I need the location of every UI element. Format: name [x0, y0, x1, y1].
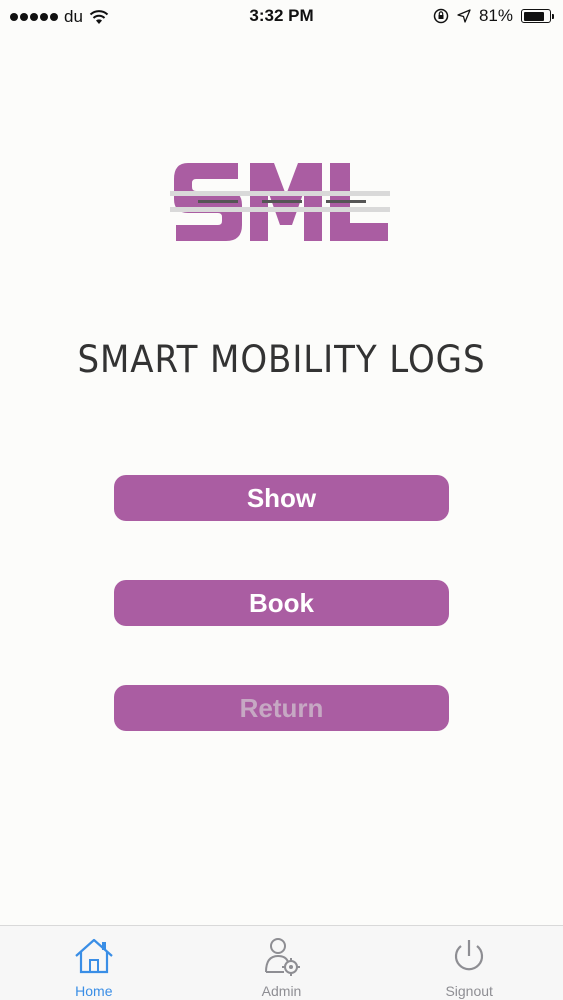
- status-right: 81%: [433, 6, 554, 26]
- tab-admin[interactable]: Admin: [188, 926, 376, 1000]
- book-button[interactable]: Book: [114, 580, 449, 626]
- tab-bar: Home Admin Signout: [0, 925, 563, 1000]
- home-icon: [75, 938, 113, 974]
- tab-home[interactable]: Home: [0, 926, 188, 1000]
- battery-percent: 81%: [478, 6, 513, 25]
- status-bar: du 3:32 PM 81%: [0, 0, 563, 34]
- admin-icon: [264, 938, 300, 976]
- orientation-lock-icon: [433, 8, 449, 24]
- sml-logo: [170, 163, 390, 241]
- battery-level: [523, 11, 544, 21]
- signout-icon: [455, 940, 484, 971]
- show-button[interactable]: Show: [114, 475, 449, 521]
- tab-home-label: Home: [75, 983, 113, 999]
- tab-signout[interactable]: Signout: [375, 926, 563, 1000]
- app-title: SMART MOBILITY LOGS: [77, 338, 486, 381]
- location-arrow-icon: [457, 9, 471, 23]
- tab-signout-label: Signout: [445, 983, 493, 999]
- return-button[interactable]: Return: [114, 685, 449, 731]
- tab-admin-label: Admin: [261, 983, 302, 999]
- battery-icon: [521, 9, 554, 23]
